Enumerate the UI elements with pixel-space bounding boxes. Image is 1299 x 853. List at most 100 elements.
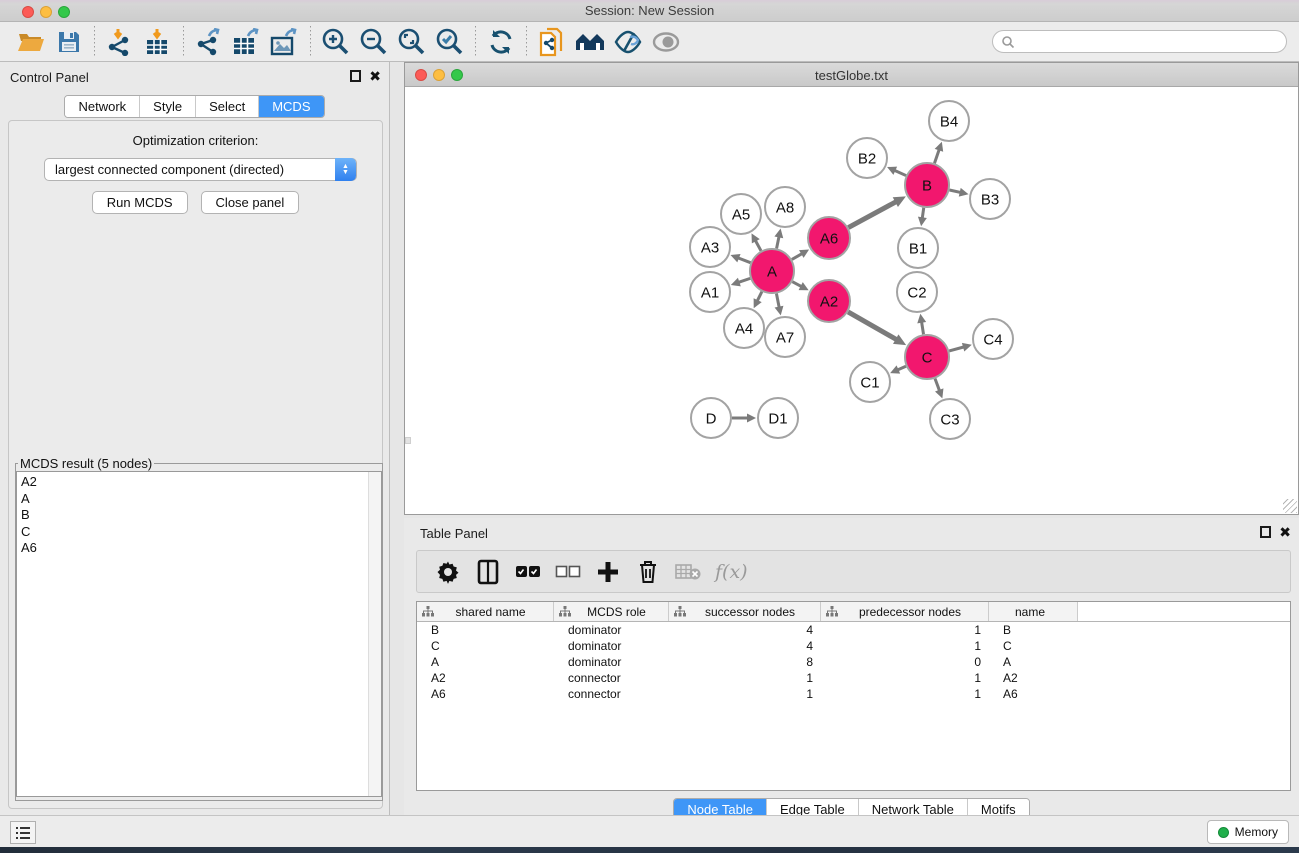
mcds-result-fieldset: MCDS result (5 nodes) A2ABCA6 <box>15 456 383 801</box>
tab-network[interactable]: Network <box>65 96 140 117</box>
column-header-mcds-role[interactable]: MCDS role <box>554 602 669 621</box>
export-image-icon[interactable] <box>266 25 304 59</box>
edge-A-A3[interactable] <box>737 257 751 262</box>
tab-mcds[interactable]: MCDS <box>259 96 323 117</box>
result-item-a6[interactable]: A6 <box>17 540 381 557</box>
node-label-A2: A2 <box>820 294 838 311</box>
cell-name: C <box>989 639 1078 653</box>
delete-table-icon[interactable] <box>671 555 705 589</box>
column-header-successor-nodes[interactable]: successor nodes <box>669 602 821 621</box>
search-input[interactable] <box>1015 33 1286 51</box>
open-file-icon[interactable] <box>12 25 50 59</box>
table-row[interactable]: A2connector11A2 <box>417 670 1290 686</box>
column-header-predecessor-nodes[interactable]: predecessor nodes <box>821 602 989 621</box>
import-network-icon[interactable] <box>101 25 139 59</box>
edge-A-A7[interactable] <box>776 294 779 309</box>
node-label-B2: B2 <box>858 151 876 168</box>
float-table-panel-icon[interactable] <box>1260 526 1271 538</box>
edge-arrowhead <box>918 217 927 227</box>
save-session-icon[interactable] <box>50 25 88 59</box>
float-panel-icon[interactable] <box>350 70 361 82</box>
node-table[interactable]: shared nameMCDS rolesuccessor nodesprede… <box>416 601 1291 791</box>
table-row[interactable]: Cdominator41C <box>417 638 1290 654</box>
table-row[interactable]: Bdominator41B <box>417 622 1290 638</box>
cell-predecessor-nodes: 1 <box>821 623 989 637</box>
tab-style[interactable]: Style <box>140 96 196 117</box>
mcds-result-list[interactable]: A2ABCA6 <box>16 471 382 797</box>
control-panel-header: Control Panel ✖ <box>0 62 389 92</box>
result-item-a2[interactable]: A2 <box>17 472 381 491</box>
optimization-criterion-select[interactable]: largest connected component (directed) ▲… <box>44 158 357 181</box>
table-options-gear-icon[interactable] <box>431 555 465 589</box>
export-table-icon[interactable] <box>228 25 266 59</box>
birds-eye-view-icon[interactable] <box>647 25 685 59</box>
close-panel-icon[interactable]: ✖ <box>369 70 381 82</box>
import-table-icon[interactable] <box>139 25 177 59</box>
delete-columns-icon[interactable] <box>631 555 665 589</box>
node-label-A4: A4 <box>735 321 753 338</box>
toolbar-separator <box>526 26 527 58</box>
close-table-panel-icon[interactable]: ✖ <box>1279 526 1291 538</box>
function-builder-icon[interactable]: f(x) <box>711 555 752 589</box>
control-panel-title: Control Panel <box>10 70 89 85</box>
zoom-out-icon[interactable] <box>355 25 393 59</box>
zoom-selected-icon[interactable] <box>431 25 469 59</box>
column-header-name[interactable]: name <box>989 602 1078 621</box>
zoom-in-icon[interactable] <box>317 25 355 59</box>
cell-name: A2 <box>989 671 1078 685</box>
node-label-A6: A6 <box>820 231 838 248</box>
result-list-scrollbar[interactable] <box>368 472 381 796</box>
edge-C-C4[interactable] <box>949 347 965 351</box>
table-body: Bdominator41BCdominator41CAdominator80AA… <box>417 622 1290 702</box>
new-network-from-selection-icon[interactable] <box>533 25 571 59</box>
result-item-b[interactable]: B <box>17 507 381 524</box>
result-item-c[interactable]: C <box>17 524 381 541</box>
cell-name: B <box>989 623 1078 637</box>
show-columns-icon[interactable] <box>471 555 505 589</box>
export-network-icon[interactable] <box>190 25 228 59</box>
network-canvas[interactable]: AA1A3A5A8A4A7A6A2BB2B4B3B1CC2C4C1C3DD1 <box>405 87 1298 514</box>
node-label-C3: C3 <box>940 412 959 429</box>
cell-mcds-role: dominator <box>554 623 669 637</box>
cell-successor-nodes: 1 <box>669 671 821 685</box>
select-all-checkboxes-icon[interactable] <box>511 555 545 589</box>
table-panel-title: Table Panel <box>420 526 488 541</box>
task-history-button[interactable] <box>10 821 36 844</box>
run-mcds-button[interactable]: Run MCDS <box>92 191 188 214</box>
node-label-A8: A8 <box>776 200 794 217</box>
control-panel: Control Panel ✖ NetworkStyleSelectMCDS O… <box>0 62 390 815</box>
mcds-result-title: MCDS result (5 nodes) <box>18 456 154 471</box>
edge-A-A1[interactable] <box>737 278 750 282</box>
add-column-icon[interactable] <box>591 555 625 589</box>
edge-A2-C[interactable] <box>848 312 897 340</box>
main-area: Control Panel ✖ NetworkStyleSelectMCDS O… <box>0 62 1299 815</box>
deselect-all-checkboxes-icon[interactable] <box>551 555 585 589</box>
node-label-C: C <box>922 350 933 367</box>
edge-arrowhead <box>774 229 783 239</box>
column-header-shared-name[interactable]: shared name <box>417 602 554 621</box>
apply-layout-icon[interactable] <box>571 25 609 59</box>
memory-button[interactable]: Memory <box>1207 820 1289 844</box>
toolbar-search-field[interactable] <box>992 30 1287 53</box>
edge-C-C2[interactable] <box>921 321 923 335</box>
optimization-criterion-label: Optimization criterion: <box>9 133 382 148</box>
edge-A6-B[interactable] <box>848 201 897 227</box>
tab-select[interactable]: Select <box>196 96 259 117</box>
refresh-icon[interactable] <box>482 25 520 59</box>
show-graphics-details-icon[interactable] <box>609 25 647 59</box>
edge-B-B4[interactable] <box>934 148 939 163</box>
close-panel-button[interactable]: Close panel <box>201 191 300 214</box>
session-title: Session: New Session <box>0 3 1299 18</box>
list-icon <box>15 826 31 840</box>
zoom-fit-icon[interactable] <box>393 25 431 59</box>
table-row[interactable]: Adominator80A <box>417 654 1290 670</box>
window-resize-grip[interactable] <box>1283 499 1297 513</box>
result-item-a[interactable]: A <box>17 491 381 508</box>
cell-mcds-role: dominator <box>554 655 669 669</box>
edge-C-C3[interactable] <box>935 379 940 392</box>
table-row[interactable]: A6connector11A6 <box>417 686 1290 702</box>
edge-B-B2[interactable] <box>893 170 906 176</box>
node-label-A5: A5 <box>732 207 750 224</box>
node-label-B1: B1 <box>909 241 927 258</box>
network-window-titlebar[interactable]: testGlobe.txt <box>405 63 1298 87</box>
